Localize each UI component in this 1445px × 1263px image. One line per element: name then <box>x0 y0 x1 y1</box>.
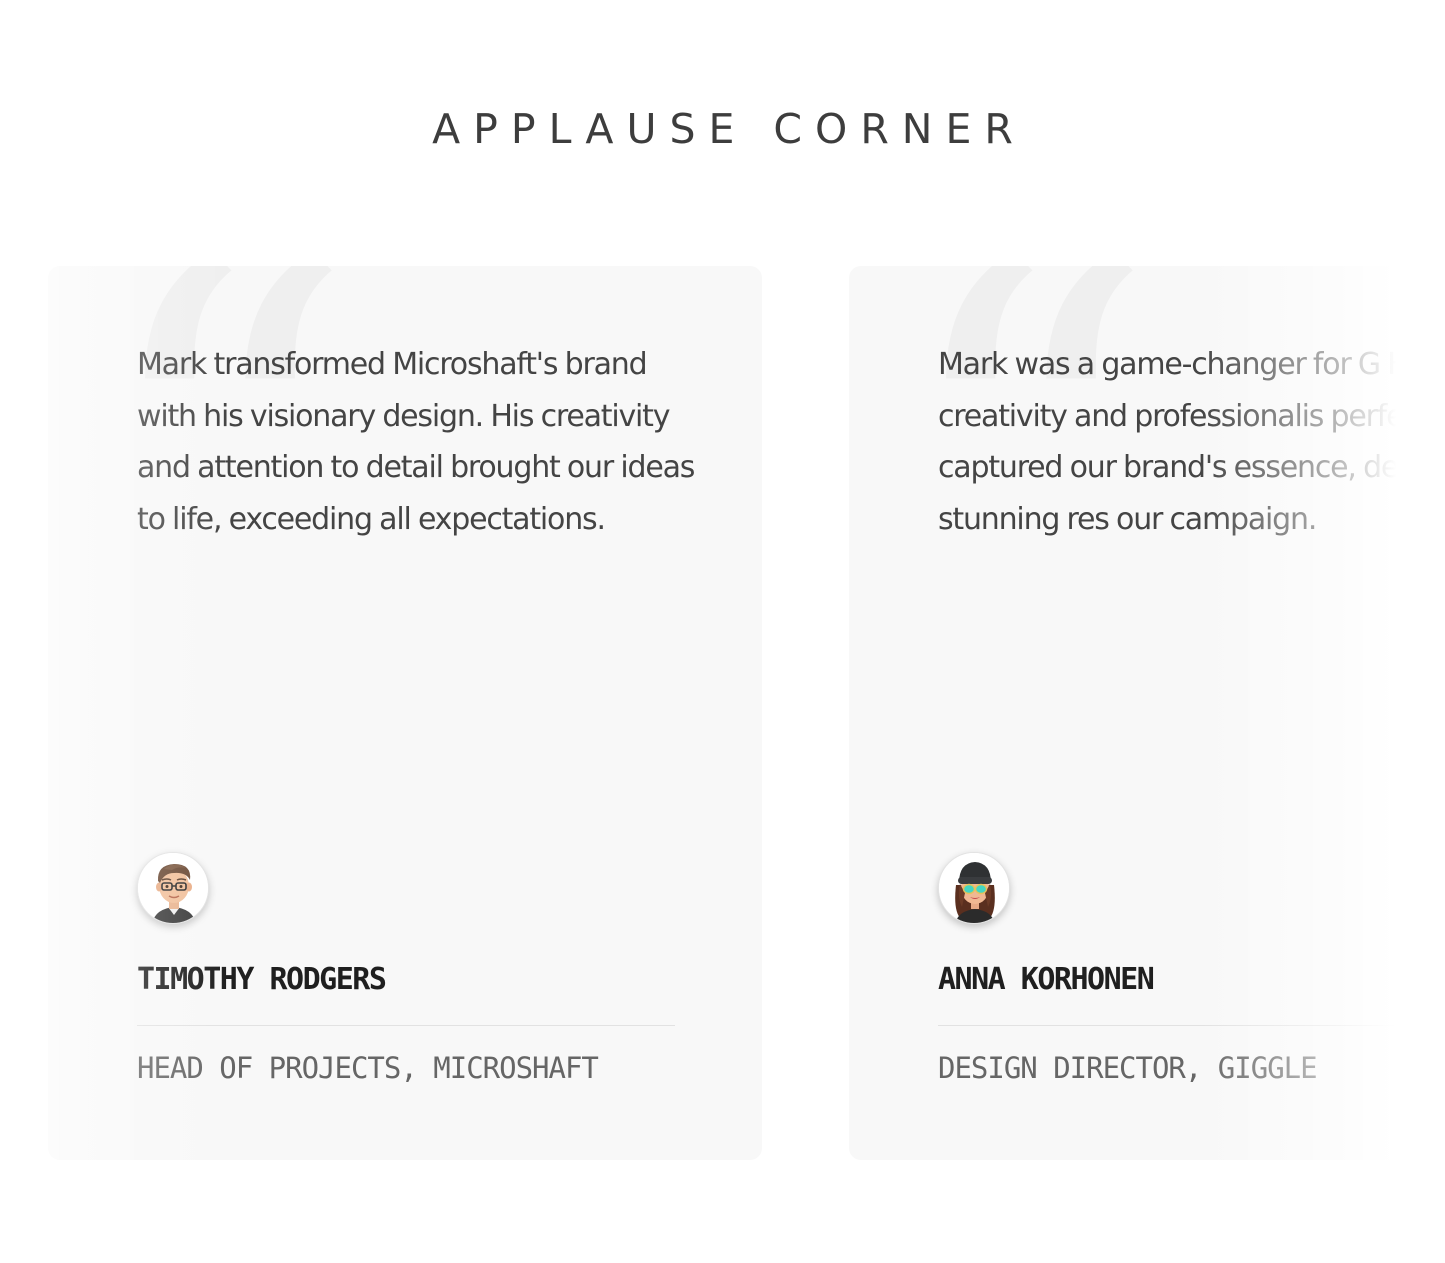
testimonial-carousel[interactable]: “ Mark transformed Microshaft's brand wi… <box>0 266 1445 1160</box>
testimonial-quote: Mark was a game-changer for G His creati… <box>938 347 1445 537</box>
section-title: APPLAUSE CORNER <box>432 105 1026 153</box>
person-name: TIMOTHY RODGERS <box>137 962 387 997</box>
testimonial-card: “ Mark was a game-changer for G His crea… <box>849 266 1445 1160</box>
testimonial-card: “ Mark transformed Microshaft's brand wi… <box>48 266 762 1160</box>
divider <box>137 1025 675 1026</box>
memoji-man-glasses-icon <box>138 853 208 923</box>
avatar <box>137 852 209 924</box>
avatar <box>938 852 1010 924</box>
divider <box>938 1025 1445 1026</box>
person-role: HEAD OF PROJECTS, MICROSHAFT <box>137 1051 599 1085</box>
person-role: DESIGN DIRECTOR, GIGGLE <box>938 1051 1318 1085</box>
testimonial-quote: Mark transformed Microshaft's brand with… <box>137 347 695 537</box>
memoji-woman-sunglasses-icon <box>939 853 1009 923</box>
person-name: ANNA KORHONEN <box>938 962 1155 997</box>
